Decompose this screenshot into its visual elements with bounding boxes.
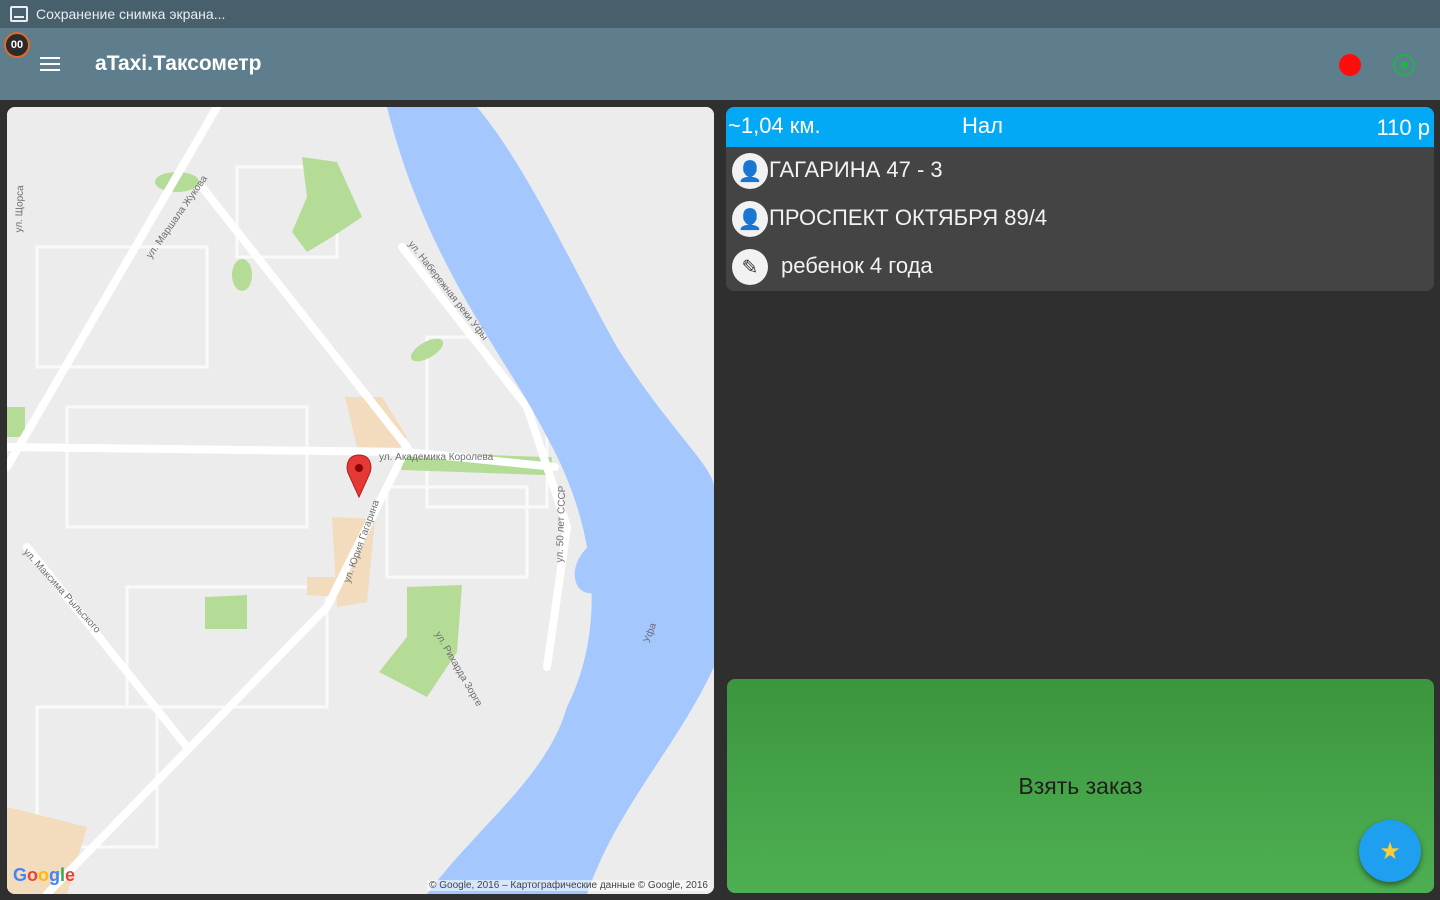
map-canvas	[7, 107, 714, 894]
order-card[interactable]: ~1,04 км. Нал 110 р 👤 ГАГАРИНА 47 - 3 👤 …	[726, 107, 1434, 291]
order-payment-type: Нал	[962, 113, 1003, 138]
order-address-row: 👤 ПРОСПЕКТ ОКТЯБРЯ 89/4	[726, 195, 1434, 243]
order-price: 110 р	[1376, 115, 1430, 140]
order-address-row: 👤 ГАГАРИНА 47 - 3	[726, 147, 1434, 195]
status-notification: Сохранение снимка экрана...	[36, 6, 226, 22]
gps-icon[interactable]	[1393, 54, 1415, 76]
favorite-fab[interactable]: ★	[1359, 820, 1421, 882]
pencil-icon: ✎	[732, 249, 768, 285]
person-icon: 👤	[732, 153, 768, 189]
map-view[interactable]: ул. Щорса ул. Маршала Жукова ул. Набереж…	[7, 107, 714, 894]
map-copyright: © Google, 2016 – Картографические данные…	[427, 880, 710, 891]
status-bar: Сохранение снимка экрана...	[0, 0, 1440, 28]
order-header: ~1,04 км. Нал 110 р	[726, 107, 1434, 147]
menu-icon[interactable]	[36, 52, 64, 76]
street-label: ул. Академика Королева	[379, 452, 494, 463]
order-address: ГАГАРИНА 47 - 3	[769, 157, 943, 182]
order-note-row: ✎ ребенок 4 года	[726, 243, 1434, 291]
record-dot-icon[interactable]	[1339, 54, 1361, 76]
app-title: aTaxi.Таксометр	[95, 52, 262, 75]
person-icon: 👤	[732, 201, 768, 237]
take-order-button[interactable]: Взять заказ	[727, 679, 1434, 893]
order-note: ребенок 4 года	[781, 253, 933, 278]
screenshot-icon	[10, 6, 28, 22]
app-bar: 00 aTaxi.Таксометр	[0, 28, 1440, 100]
recording-badge[interactable]: 00	[4, 32, 30, 58]
order-distance: ~1,04 км.	[728, 113, 821, 138]
star-icon: ★	[1379, 837, 1401, 865]
order-address: ПРОСПЕКТ ОКТЯБРЯ 89/4	[769, 205, 1048, 230]
google-logo: Google	[13, 865, 76, 885]
street-label: ул. Щорса	[13, 185, 27, 233]
